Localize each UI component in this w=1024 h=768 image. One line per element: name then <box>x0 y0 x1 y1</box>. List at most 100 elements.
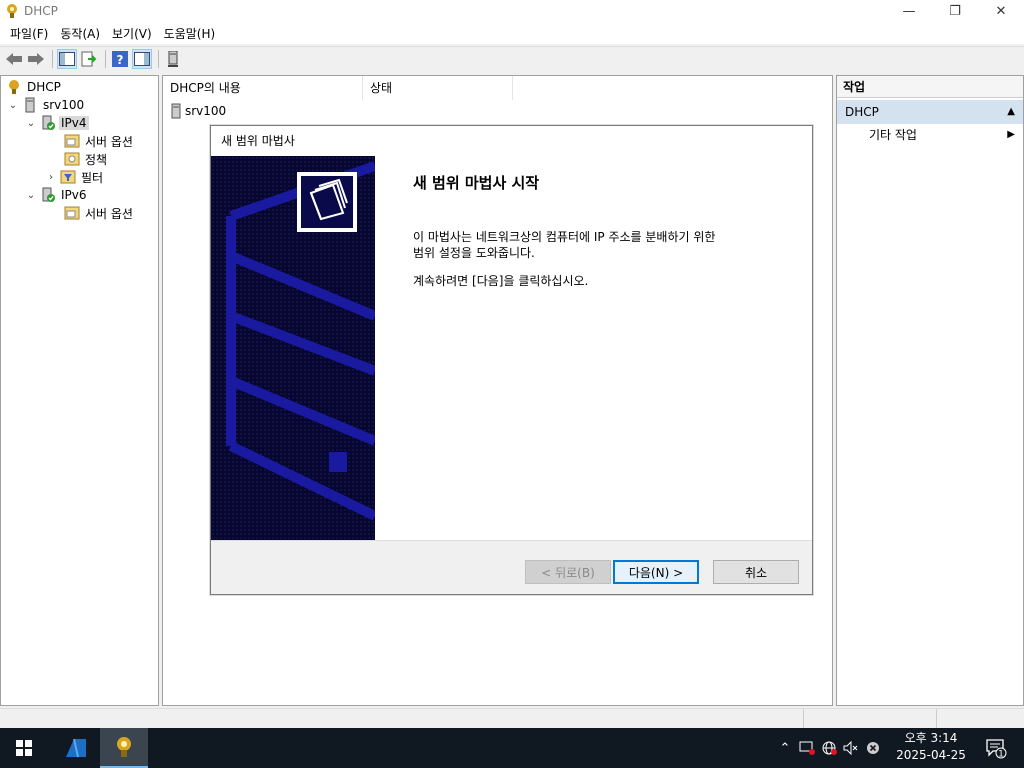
wizard-footer: < 뒤로(B) 다음(N) > 취소 <box>211 540 812 594</box>
server-icon <box>171 103 181 119</box>
tree-label: srv100 <box>43 98 85 112</box>
actions-pane: 작업 DHCP ▲ 기타 작업 ▶ <box>836 75 1024 706</box>
start-button[interactable] <box>0 728 48 768</box>
taskbar-clock[interactable]: 오후 3:14 2025-04-25 <box>893 730 969 766</box>
help-icon[interactable]: ? <box>110 49 130 69</box>
notification-icon: 1 <box>986 739 1007 760</box>
tree-label: 정책 <box>85 152 108 167</box>
dhcp-app-icon <box>7 4 17 18</box>
export-list-icon[interactable] <box>79 49 99 69</box>
filter-icon <box>60 170 76 184</box>
tree-node-filters[interactable]: › 필터 <box>45 168 105 186</box>
error-icon[interactable] <box>862 728 884 768</box>
wizard-content: 새 범위 마법사 시작 이 마법사는 네트워크상의 컴퓨터에 IP 주소를 분배… <box>413 172 793 301</box>
next-button[interactable]: 다음(N) > <box>613 560 699 584</box>
menu-file[interactable]: 파일(F) <box>4 25 54 42</box>
tree-node-dhcp[interactable]: DHCP <box>3 78 63 96</box>
svg-text:?: ? <box>117 53 124 67</box>
back-icon[interactable] <box>4 49 24 69</box>
tree-label: DHCP <box>27 80 61 94</box>
column-header-contents[interactable]: DHCP의 내용 <box>163 76 363 100</box>
status-bar <box>0 708 1024 729</box>
wizard-heading: 새 범위 마법사 시작 <box>413 174 540 192</box>
menu-view[interactable]: 보기(V) <box>106 25 158 42</box>
wizard-banner <box>211 156 375 540</box>
show-hide-action-pane-icon[interactable] <box>132 48 152 69</box>
collapse-up-icon[interactable]: ▲ <box>1007 100 1015 124</box>
chevron-right-icon[interactable]: › <box>45 172 57 183</box>
back-button[interactable]: < 뒤로(B) <box>525 560 611 584</box>
tree-node-policies[interactable]: 정책 <box>49 150 109 168</box>
wizard-title: 새 범위 마법사 <box>221 134 295 148</box>
list-item[interactable]: srv100 <box>171 102 226 120</box>
tree-node-ipv6-server-options[interactable]: 서버 옵션 <box>49 204 135 222</box>
wizard-instruction: 계속하려면 [다음]을 클릭하십시오. <box>413 274 589 288</box>
notification-count: 1 <box>998 750 1004 760</box>
tree-label: 서버 옵션 <box>85 134 133 149</box>
windows-logo-icon <box>16 740 32 756</box>
show-hide-console-tree-icon[interactable] <box>57 48 77 69</box>
dhcp-icon <box>117 737 131 757</box>
network-alert-icon[interactable] <box>796 728 818 768</box>
minimize-button[interactable]: — <box>886 0 932 22</box>
dhcp-icon <box>9 80 19 94</box>
tree-node-ipv4[interactable]: ⌄ IPv4 <box>25 114 89 132</box>
server-options-icon <box>64 134 80 148</box>
actions-section-label: DHCP <box>845 105 879 119</box>
action-more-actions[interactable]: 기타 작업 ▶ <box>837 124 1023 146</box>
tree-label: 필터 <box>81 170 104 185</box>
cancel-button[interactable]: 취소 <box>713 560 799 584</box>
tree-label: 서버 옵션 <box>85 206 133 221</box>
column-header-row: DHCP의 내용 상태 <box>163 76 832 100</box>
toolbar-separator <box>105 49 106 68</box>
server-options-icon <box>64 206 80 220</box>
taskbar-app-dhcp[interactable] <box>100 728 148 768</box>
actions-header: 작업 <box>837 76 1023 98</box>
chevron-down-icon[interactable]: ⌄ <box>7 100 19 111</box>
server-icon <box>25 97 35 113</box>
server-manager-icon <box>66 738 86 758</box>
taskbar: ⌃ 오후 3:14 2025-04-25 1 <box>0 728 1024 768</box>
system-tray: ⌃ <box>774 728 884 768</box>
status-segment <box>936 709 1024 729</box>
toolbar-separator <box>158 49 159 68</box>
tree-node-ipv6[interactable]: ⌄ IPv6 <box>25 186 89 204</box>
tree-label: IPv4 <box>59 116 89 130</box>
ipv4-icon <box>42 115 55 130</box>
wizard-banner-art <box>211 156 375 540</box>
console-tree: DHCP ⌄ srv100 ⌄ IPv4 서버 옵션 정책 › 필터 ⌄ IPv… <box>0 75 159 706</box>
taskbar-app-server-manager[interactable] <box>52 728 100 768</box>
window-title: DHCP <box>24 4 58 18</box>
toolbar: ? <box>0 46 1024 70</box>
actions-section-dhcp[interactable]: DHCP ▲ <box>837 100 1023 124</box>
new-scope-wizard-dialog: 새 범위 마법사 새 범위 마법사 시작 이 마법사는 네트워크상의 컴퓨터에 … <box>210 125 813 595</box>
chevron-down-icon[interactable]: ⌄ <box>25 118 37 129</box>
tree-label: IPv6 <box>61 188 87 202</box>
tree-node-server[interactable]: ⌄ srv100 <box>7 96 86 114</box>
notification-center-button[interactable]: 1 <box>976 728 1016 768</box>
policy-icon <box>64 152 80 166</box>
status-segment <box>803 709 936 729</box>
chevron-up-icon[interactable]: ⌃ <box>774 728 796 768</box>
column-header-status[interactable]: 상태 <box>363 76 513 100</box>
menu-help[interactable]: 도움말(H) <box>158 25 222 42</box>
action-label: 기타 작업 <box>869 128 917 142</box>
submenu-arrow-icon: ▶ <box>1007 129 1015 140</box>
globe-icon[interactable] <box>818 728 840 768</box>
title-bar: DHCP — ❐ ✕ <box>0 0 1024 22</box>
clock-time: 오후 3:14 <box>904 731 958 745</box>
clock-date: 2025-04-25 <box>896 748 966 762</box>
wizard-description: 이 마법사는 네트워크상의 컴퓨터에 IP 주소를 분배하기 위한 범위 설정을… <box>413 230 716 260</box>
ipv6-icon <box>42 187 55 202</box>
close-button[interactable]: ✕ <box>978 0 1024 22</box>
tree-node-server-options[interactable]: 서버 옵션 <box>49 132 135 150</box>
menu-bar: 파일(F) 동작(A) 보기(V) 도움말(H) <box>0 22 1024 44</box>
chevron-down-icon[interactable]: ⌄ <box>25 190 37 201</box>
list-item-label: srv100 <box>185 104 227 118</box>
server-icon[interactable] <box>163 49 183 69</box>
toolbar-separator <box>52 49 53 68</box>
restore-button[interactable]: ❐ <box>932 0 978 22</box>
menu-action[interactable]: 동작(A) <box>54 25 106 42</box>
forward-icon[interactable] <box>26 49 46 69</box>
volume-muted-icon[interactable] <box>840 728 862 768</box>
